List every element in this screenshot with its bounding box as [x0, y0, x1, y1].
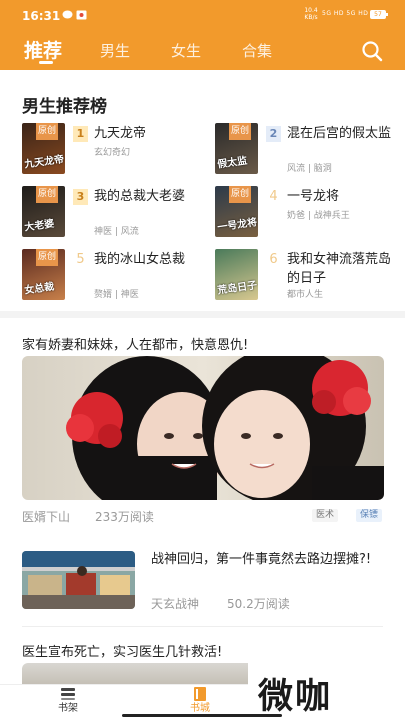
- feed-photo[interactable]: [22, 356, 384, 500]
- feed-reads: 233万阅读: [95, 510, 154, 524]
- rank-number: 2: [266, 126, 281, 142]
- cover-title: 九天龙帝: [23, 154, 65, 171]
- ranking-card: 男生推荐榜 原创 九天龙帝 1 九天龙帝 玄幻奇幻 原创 假太监 2 混在后宫的…: [0, 78, 405, 308]
- feed-author: 医婿下山: [22, 510, 71, 524]
- image-icon: [76, 10, 87, 20]
- ranking-item-6[interactable]: 荒岛日子 6 我和女神流落荒岛的日子 都市人生: [215, 249, 395, 301]
- book-cover: 原创 九天龙帝: [22, 123, 65, 174]
- book-title: 一号龙将: [287, 189, 340, 204]
- book-tags: 奶爸 | 战神兵王: [287, 211, 350, 221]
- search-icon[interactable]: [361, 40, 383, 62]
- ranking-item-3[interactable]: 原创 大老婆 3 我的总裁大老婆 神医 | 风流: [22, 186, 202, 238]
- market-photo-icon: [22, 551, 135, 609]
- tab-collection[interactable]: 合集: [242, 40, 272, 61]
- rank-number: 4: [269, 189, 278, 204]
- book-tags: 赘婿 | 神医: [94, 290, 139, 300]
- feed-headline[interactable]: 战神回归，第一件事竟然去路边摆摊?!: [151, 549, 386, 571]
- network-speed: 10.4 KB/s: [304, 7, 318, 21]
- genre-chip: 医术: [312, 509, 339, 522]
- tab-recommend[interactable]: 推荐: [24, 36, 62, 63]
- book-title: 我的总裁大老婆: [94, 189, 186, 204]
- genre-chip: 保镖: [356, 509, 383, 522]
- bookshelf-icon: [61, 688, 75, 700]
- portrait-photo-icon: [22, 356, 384, 500]
- status-time: 16:31: [22, 9, 61, 23]
- book-title: 我和女神流落荒岛的日子: [287, 252, 392, 286]
- home-indicator: [122, 714, 282, 717]
- cover-title: 大老婆: [23, 218, 55, 234]
- tab-female[interactable]: 女生: [171, 40, 201, 61]
- status-bar: 16:31 10.4 KB/s 5G HD 5G HD 57: [0, 0, 405, 30]
- book-cover: 原创 一号龙将: [215, 186, 258, 237]
- cover-title: 一号龙将: [216, 217, 258, 234]
- app-header: 16:31 10.4 KB/s 5G HD 5G HD 57 推荐 男生 女生 …: [0, 0, 405, 70]
- cover-title: 女总裁: [23, 281, 55, 297]
- tab-male[interactable]: 男生: [100, 40, 130, 61]
- feed-divider: [22, 626, 383, 627]
- chat-bubble-icon: [62, 10, 73, 19]
- feed-headline[interactable]: 医生宣布死亡，实习医生几针救活!: [22, 641, 222, 660]
- signal-indicator: 5G HD 5G HD: [322, 10, 369, 17]
- book-cover: 原创 大老婆: [22, 186, 65, 237]
- watermark: 微咖: [248, 662, 405, 720]
- book-cover: 原创 假太监: [215, 123, 258, 174]
- battery-icon: 57: [370, 10, 386, 19]
- original-badge: 原创: [36, 249, 58, 266]
- book-tags: 都市人生: [287, 290, 324, 300]
- section-divider: [0, 311, 405, 318]
- original-badge: 原创: [36, 123, 58, 140]
- book-cover: 原创 女总裁: [22, 249, 65, 300]
- nav-label: 书架: [58, 703, 78, 714]
- original-badge: 原创: [36, 186, 58, 203]
- book-title: 九天龙帝: [94, 126, 147, 141]
- original-badge: 原创: [229, 123, 251, 140]
- feed-reads: 50.2万阅读: [227, 597, 290, 611]
- book-cover: 荒岛日子: [215, 249, 258, 300]
- book-tags: 风流 | 脑洞: [287, 164, 332, 174]
- ranking-item-5[interactable]: 原创 女总裁 5 我的冰山女总裁 赘婿 | 神医: [22, 249, 202, 301]
- book-title: 我的冰山女总裁: [94, 252, 186, 267]
- book-tags: 玄幻奇幻: [94, 148, 131, 158]
- ranking-item-2[interactable]: 原创 假太监 2 混在后宫的假太监 风流 | 脑洞: [215, 123, 395, 175]
- feed-headline[interactable]: 家有娇妻和妹妹，人在都市，快意恩仇!: [22, 334, 383, 353]
- ranking-item-4[interactable]: 原创 一号龙将 4 一号龙将 奶爸 | 战神兵王: [215, 186, 395, 238]
- active-tab-indicator: [39, 61, 53, 64]
- category-tabs: 推荐 男生 女生 合集: [0, 34, 405, 70]
- feed-thumbnail[interactable]: [22, 551, 135, 609]
- cover-title: 荒岛日子: [216, 280, 258, 297]
- rank-number: 5: [76, 252, 85, 267]
- ranking-item-1[interactable]: 原创 九天龙帝 1 九天龙帝 玄幻奇幻: [22, 123, 202, 175]
- rank-number: 6: [269, 252, 278, 267]
- rank-number: 3: [73, 189, 88, 205]
- original-badge: 原创: [229, 186, 251, 203]
- cover-title: 假太监: [216, 155, 248, 171]
- book-title: 混在后宫的假太监: [287, 126, 392, 141]
- bookstore-icon: [194, 687, 206, 701]
- rank-number: 1: [73, 126, 88, 142]
- book-tags: 神医 | 风流: [94, 227, 139, 237]
- battery-tip: [386, 13, 388, 16]
- ranking-title: 男生推荐榜: [22, 97, 107, 117]
- feed-author: 天玄战神: [151, 597, 200, 611]
- watermark-text: 微咖: [258, 677, 333, 717]
- nav-bookshelf[interactable]: 书架: [48, 687, 88, 719]
